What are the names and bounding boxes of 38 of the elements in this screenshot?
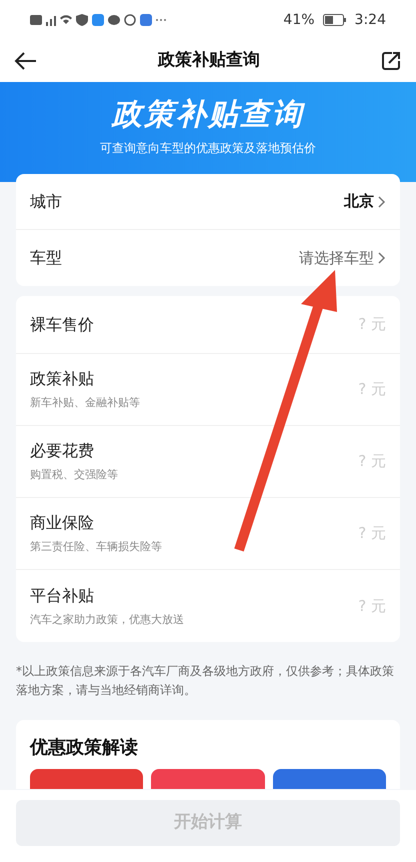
row-label: 商业保险 <box>30 512 95 534</box>
row-label: 必要花费 <box>30 440 95 462</box>
battery-icon <box>322 14 347 26</box>
circle-icon <box>124 14 136 26</box>
page-title: 政策补贴查询 <box>158 49 260 72</box>
selector-row[interactable]: 城市 北京 <box>16 174 400 230</box>
share-button[interactable] <box>380 50 402 72</box>
promo-tile[interactable] <box>151 769 265 790</box>
hd-icon <box>30 14 42 26</box>
row-label: 车型 <box>30 247 62 269</box>
back-button[interactable] <box>14 51 38 71</box>
battery-percentage: 41% <box>283 10 315 30</box>
promo-tile[interactable] <box>272 769 386 790</box>
row-hint: 汽车之家助力政策，优惠大放送 <box>30 612 184 628</box>
row-label: 平台补贴 <box>30 584 95 607</box>
app-icon <box>92 14 104 26</box>
chevron-icon <box>378 196 386 208</box>
cloud-app-icon <box>140 14 152 26</box>
banner-title: 政策补贴查询 <box>110 98 306 131</box>
signal-icon <box>46 14 56 26</box>
row-label: 城市 <box>30 190 62 212</box>
row-hint: 新车补贴、金融补贴等 <box>30 395 140 412</box>
row-label: 裸车售价 <box>30 314 94 336</box>
section-title: 优惠政策解读 <box>30 736 139 760</box>
chat-icon <box>108 14 120 26</box>
row-hint: 第三责任险、车辆损失险等 <box>30 539 162 556</box>
chevron-icon <box>378 252 386 264</box>
promo-tile[interactable] <box>30 769 144 790</box>
wifi-icon <box>60 14 72 26</box>
disclaimer-text: *以上政策信息来源于各汽车厂商及各级地方政府，仅供参考；具体政策落地方案，请与当地经销商详询。 <box>16 663 395 700</box>
selector-row[interactable]: 车型 请选择车型 <box>16 230 400 286</box>
status-time: 3:24 <box>354 10 386 30</box>
row-hint: 购置税、交强险等 <box>30 467 118 484</box>
shield-icon <box>76 14 88 26</box>
selected-value: 北京 <box>344 191 374 212</box>
selected-value: 请选择车型 <box>299 248 374 269</box>
banner-subtitle: 可查询意向车型的优惠政策及落地预估价 <box>99 140 317 157</box>
row-label: 政策补贴 <box>30 368 95 390</box>
